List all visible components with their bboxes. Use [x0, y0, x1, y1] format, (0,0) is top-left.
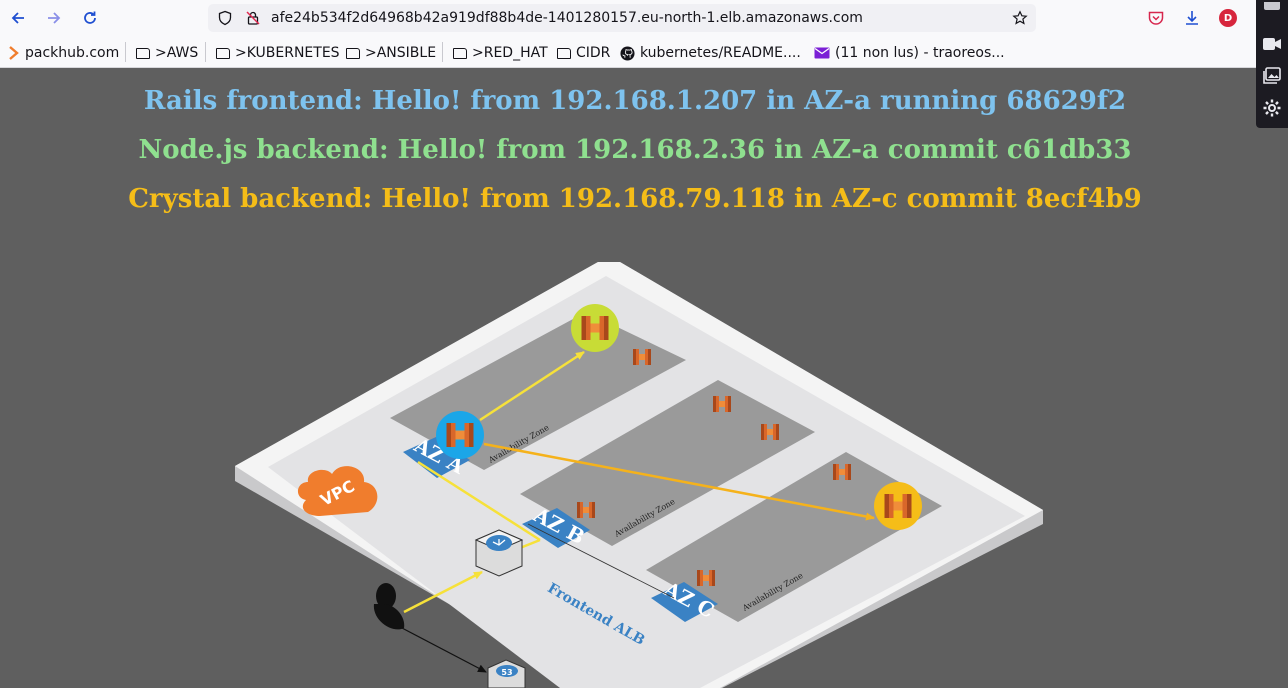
- reload-icon: [84, 11, 96, 24]
- folder-icon: [136, 47, 150, 59]
- back-button[interactable]: [8, 8, 28, 28]
- folder-icon: [346, 47, 360, 59]
- shield-icon[interactable]: [217, 10, 233, 26]
- folder-icon: [557, 47, 571, 59]
- video-camera-icon[interactable]: [1262, 34, 1282, 54]
- bookmark-label: >RED_HAT: [472, 45, 548, 61]
- folder-icon: [453, 47, 467, 59]
- bookmark-label: (11 non lus) - traoreos...: [835, 45, 1005, 61]
- route53-icon: 53: [487, 659, 526, 688]
- bookmark-cidr[interactable]: CIDR: [557, 44, 610, 62]
- account-avatar[interactable]: D: [1219, 9, 1237, 27]
- mail-icon: [814, 47, 830, 59]
- back-arrow-icon: [11, 12, 24, 24]
- load-balancer-icon: [474, 529, 524, 577]
- reload-button[interactable]: [80, 8, 100, 28]
- bookmark-red-hat[interactable]: >RED_HAT: [453, 44, 548, 62]
- bookmark-kubernetes-readme[interactable]: kubernetes/README....: [620, 44, 801, 62]
- forward-button[interactable]: [44, 8, 64, 28]
- packhub-icon: [9, 46, 19, 60]
- downloads-icon[interactable]: [1183, 9, 1201, 27]
- bookmark-separator: [205, 42, 206, 62]
- rails-frontend-instance-icon: [436, 411, 484, 459]
- bookmark-separator: [125, 42, 126, 62]
- bookmark-packhub[interactable]: packhub.com: [8, 44, 119, 62]
- bookmark-label: packhub.com: [25, 45, 120, 61]
- bookmark-mail[interactable]: (11 non lus) - traoreos...: [814, 44, 1005, 62]
- route53-label: 53: [501, 668, 512, 677]
- architecture-diagram: AZ A Availability Zone AZ B Availability…: [235, 262, 1043, 688]
- pocket-icon[interactable]: [1147, 9, 1165, 27]
- camera-icon[interactable]: [1262, 2, 1282, 22]
- insecure-lock-icon[interactable]: [245, 10, 261, 26]
- user-icon: [373, 583, 405, 630]
- bookmark-label: >KUBERNETES: [235, 45, 340, 61]
- forward-arrow-icon: [48, 12, 61, 24]
- bookmark-label: CIDR: [576, 45, 611, 61]
- crystal-backend-instance-icon: [874, 482, 922, 530]
- url-text[interactable]: afe24b534f2d64968b42a919df88b4de-1401280…: [271, 10, 863, 26]
- bookmark-label: >AWS: [155, 45, 199, 61]
- address-bar[interactable]: afe24b534f2d64968b42a919df88b4de-1401280…: [208, 4, 1036, 32]
- bookmark-aws[interactable]: >AWS: [136, 44, 198, 62]
- folder-icon: [216, 47, 230, 59]
- bookmark-label: kubernetes/README....: [640, 45, 801, 61]
- bookmark-label: >ANSIBLE: [365, 45, 437, 61]
- user-to-route53-arrow: [401, 627, 487, 673]
- bookmark-kubernetes[interactable]: >KUBERNETES: [216, 44, 340, 62]
- nodejs-backend-instance-icon: [571, 304, 619, 352]
- bookmark-separator: [442, 42, 443, 62]
- bookmark-star-icon[interactable]: [1012, 10, 1028, 26]
- github-icon: [620, 45, 635, 61]
- bookmark-ansible[interactable]: >ANSIBLE: [346, 44, 436, 62]
- browser-toolbar: afe24b534f2d64968b42a919df88b4de-1401280…: [0, 0, 1288, 37]
